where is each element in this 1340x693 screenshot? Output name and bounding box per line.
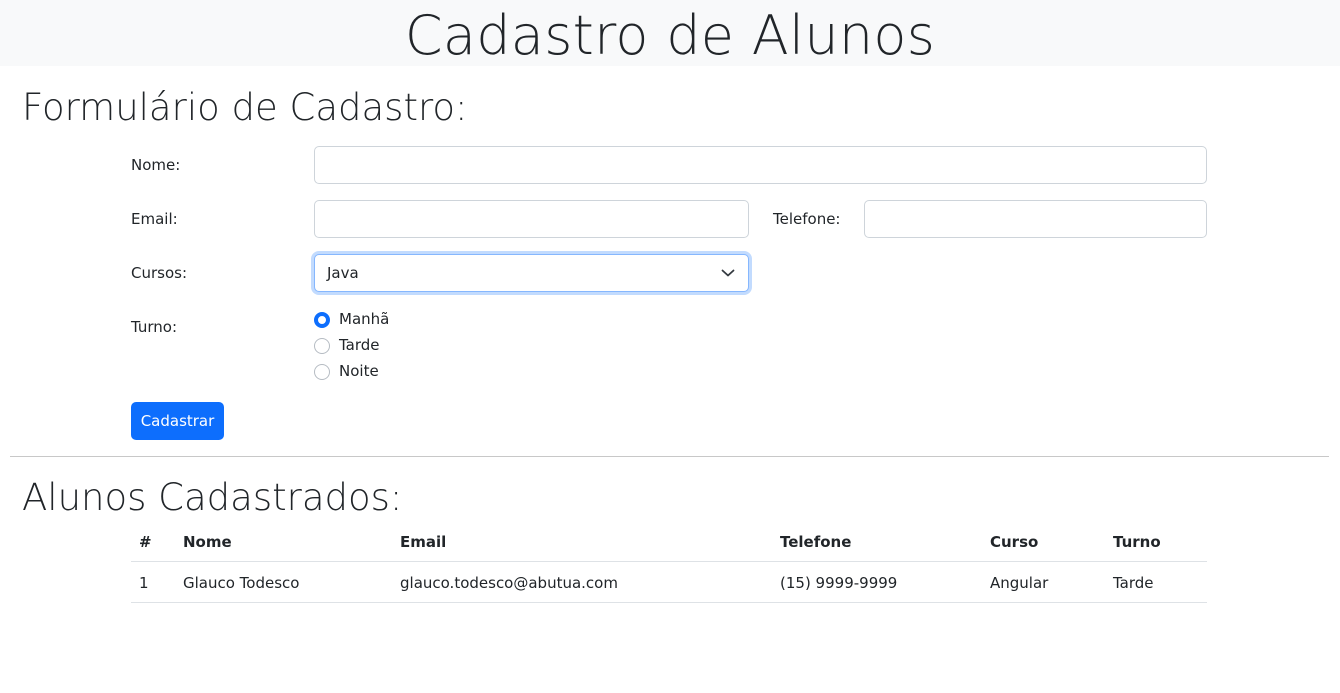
column-header-index: # [139,533,152,551]
turno-label: Turno: [131,318,178,336]
column-header-nome: Nome [183,533,232,551]
nome-label: Nome: [131,156,181,174]
turno-radio-label: Tarde [339,336,380,354]
turno-radio-noite[interactable] [314,364,330,380]
cursos-select[interactable]: Java [314,254,749,292]
email-input[interactable] [314,200,749,238]
cell-turno: Tarde [1113,574,1154,592]
page-header: Cadastro de Alunos [0,0,1340,67]
cell-curso: Angular [990,574,1049,592]
column-header-telefone: Telefone [780,533,852,551]
section-divider [10,456,1329,457]
email-label: Email: [131,210,178,228]
cell-telefone: (15) 9999-9999 [780,574,898,592]
turno-radio-label: Manhã [339,310,390,328]
form-title: Formulário de Cadastro: [22,86,468,129]
column-header-curso: Curso [990,533,1039,551]
cursos-label: Cursos: [131,264,188,282]
cell-index: 1 [139,574,149,592]
nome-input[interactable] [314,146,1207,184]
table-row-line [131,602,1207,603]
column-header-email: Email [400,533,447,551]
turno-radio-manha[interactable] [314,312,330,328]
cursos-selected-value: Java [327,264,359,282]
telefone-input[interactable] [864,200,1207,238]
turno-radio-label: Noite [339,362,379,380]
chevron-down-icon [721,269,735,277]
table-header-line [131,561,1207,562]
cell-nome: Glauco Todesco [183,574,300,592]
cadastrar-button[interactable]: Cadastrar [131,402,224,440]
page-title: Cadastro de Alunos [404,4,936,67]
list-title: Alunos Cadastrados: [22,476,403,519]
turno-radio-tarde[interactable] [314,338,330,354]
column-header-turno: Turno [1113,533,1161,551]
cell-email: glauco.todesco@abutua.com [400,574,618,592]
telefone-label: Telefone: [773,210,841,228]
